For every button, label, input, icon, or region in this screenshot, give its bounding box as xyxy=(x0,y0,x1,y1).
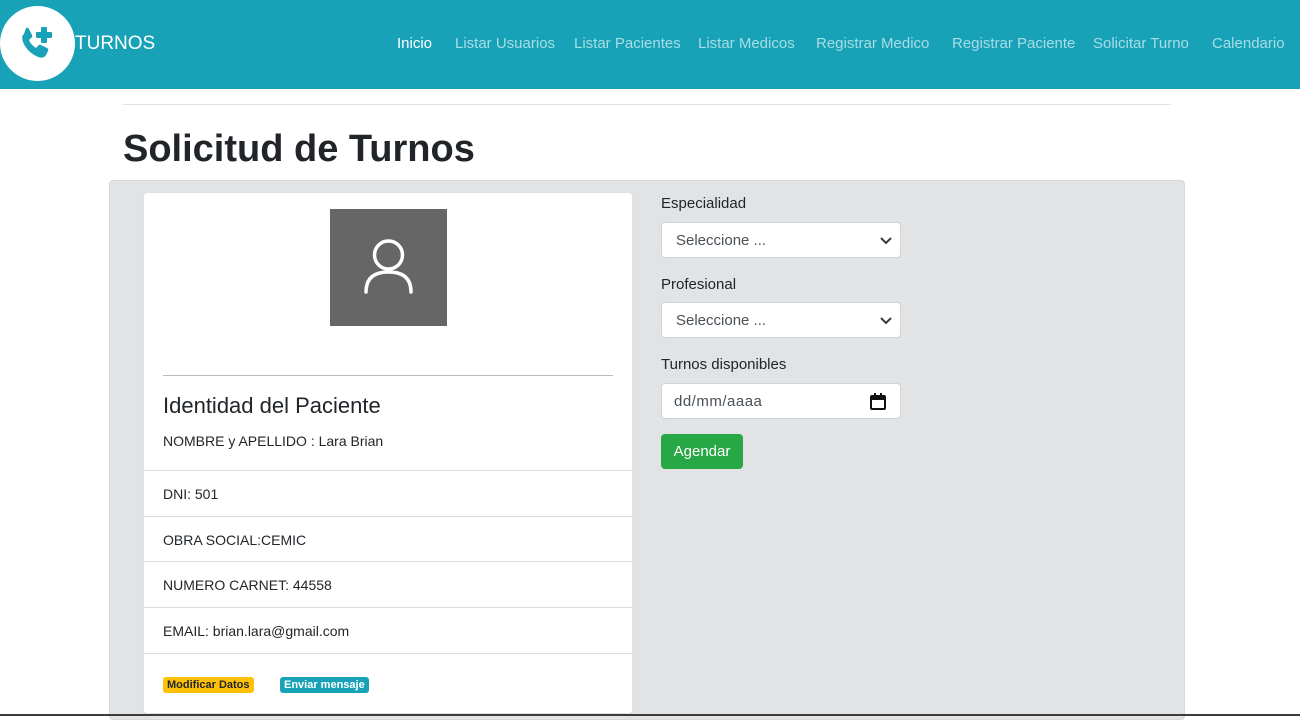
list-item-dni: DNI: 501 xyxy=(144,470,632,516)
modify-data-button[interactable]: Modificar Datos xyxy=(163,677,254,693)
avatar xyxy=(330,209,447,326)
patient-name: NOMBRE y APELLIDO : Lara Brian xyxy=(163,433,384,449)
profesional-select[interactable]: Seleccione ... xyxy=(661,302,901,338)
date-placeholder: dd/mm/aaaa xyxy=(674,393,763,410)
especialidad-label: Especialidad xyxy=(661,195,747,212)
profesional-value: Seleccione ... xyxy=(676,312,767,329)
card-separator xyxy=(163,375,613,376)
nav-inicio[interactable]: Inicio xyxy=(397,35,432,52)
nav-registrar-paciente[interactable]: Registrar Paciente xyxy=(952,35,1075,52)
nav-solicitar-turno[interactable]: Solicitar Turno xyxy=(1093,35,1189,52)
list-item-obra-social: OBRA SOCIAL:CEMIC xyxy=(144,516,632,562)
nav-listar-usuarios[interactable]: Listar Usuarios xyxy=(455,35,555,52)
especialidad-value: Seleccione ... xyxy=(676,232,767,249)
top-navbar: TURNOS Inicio Listar Usuarios Listar Pac… xyxy=(0,0,1300,89)
nav-calendario[interactable]: Calendario xyxy=(1212,35,1285,52)
divider xyxy=(123,104,1171,105)
profesional-label: Profesional xyxy=(661,276,737,293)
turnos-label: Turnos disponibles xyxy=(661,356,787,373)
turnos-date-input[interactable]: dd/mm/aaaa xyxy=(661,383,901,419)
nav-registrar-medico[interactable]: Registrar Medico xyxy=(816,35,929,52)
list-item-text: EMAIL: brian.lara@gmail.com xyxy=(163,623,350,639)
list-item-text: NUMERO CARNET: 44558 xyxy=(163,577,332,593)
patient-card: Identidad del Paciente NOMBRE y APELLIDO… xyxy=(143,192,633,714)
especialidad-select[interactable]: Seleccione ... xyxy=(661,222,901,258)
card-heading: Identidad del Paciente xyxy=(163,393,381,418)
list-item-text: DNI: 501 xyxy=(163,486,219,502)
list-item-email: EMAIL: brian.lara@gmail.com xyxy=(144,607,632,653)
send-message-button[interactable]: Enviar mensaje xyxy=(280,677,369,693)
list-item-carnet: NUMERO CARNET: 44558 xyxy=(144,561,632,607)
agendar-button[interactable]: Agendar xyxy=(661,434,743,469)
list-item-text: OBRA SOCIAL:CEMIC xyxy=(163,532,307,548)
nav-listar-pacientes[interactable]: Listar Pacientes xyxy=(574,35,681,52)
card-footer: Modificar Datos Enviar mensaje xyxy=(144,653,632,713)
page-title: Solicitud de Turnos xyxy=(123,128,475,170)
brand-name[interactable]: TURNOS xyxy=(75,33,155,55)
logo[interactable] xyxy=(0,6,75,81)
nav-listar-medicos[interactable]: Listar Medicos xyxy=(698,35,795,52)
